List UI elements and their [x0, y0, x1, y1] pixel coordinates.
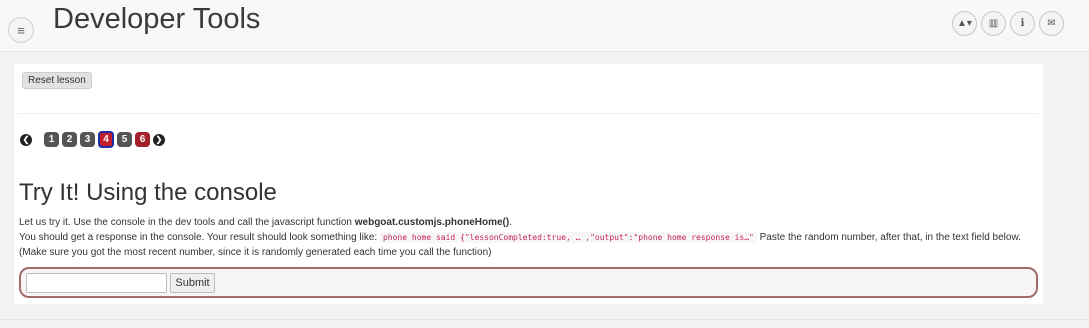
previous-page-icon[interactable]: ❮ [20, 133, 32, 146]
user-icon[interactable]: ▲▾ [952, 11, 977, 36]
divider [18, 113, 1038, 114]
lesson-instructions: Let us try it. Use the console in the de… [19, 215, 1043, 260]
reset-lesson-button[interactable]: Reset lesson [22, 72, 92, 89]
menu-icon[interactable]: ≡ [8, 17, 34, 43]
top-header: ≡ Developer Tools ▲▾ ▥ i ✉ [0, 0, 1089, 52]
sample-response-code: phone home said {"lessonCompleted:true, … [379, 232, 757, 243]
envelope-icon[interactable]: ✉ [1039, 11, 1064, 36]
page-button-6[interactable]: 6 [135, 132, 150, 147]
answer-form: Submit [19, 267, 1038, 298]
footer-divider [0, 319, 1089, 320]
lesson-page-navigation: ❮ 1 2 3 4 5 6 ❯ [20, 131, 165, 148]
header-icon-bar: ▲▾ ▥ i ✉ [952, 11, 1064, 36]
page-button-5[interactable]: 5 [117, 132, 132, 147]
instruction-text: You should get a response in the console… [19, 232, 380, 243]
page-button-4-current[interactable]: 4 [98, 131, 114, 148]
page-title: Developer Tools [53, 3, 261, 35]
page-button-2[interactable]: 2 [62, 132, 77, 147]
lesson-title: Try It! Using the console [19, 179, 277, 206]
function-name: webgoat.customjs.phoneHome() [354, 217, 510, 228]
submit-button[interactable]: Submit [170, 273, 215, 293]
instruction-text: Let us try it. Use the console in the de… [19, 217, 355, 228]
instruction-line-2: You should get a response in the console… [19, 230, 1043, 260]
lesson-panel: Reset lesson ❮ 1 2 3 4 5 6 ❯ Try It! Usi… [14, 64, 1043, 304]
next-page-icon[interactable]: ❯ [153, 133, 165, 146]
report-card-icon[interactable]: ▥ [981, 11, 1006, 36]
answer-input[interactable] [26, 273, 167, 293]
instruction-line-1: Let us try it. Use the console in the de… [19, 215, 1043, 230]
instruction-text-end: . [509, 217, 512, 228]
page-button-3[interactable]: 3 [80, 132, 95, 147]
info-icon[interactable]: i [1010, 11, 1035, 36]
page-button-1[interactable]: 1 [44, 132, 59, 147]
